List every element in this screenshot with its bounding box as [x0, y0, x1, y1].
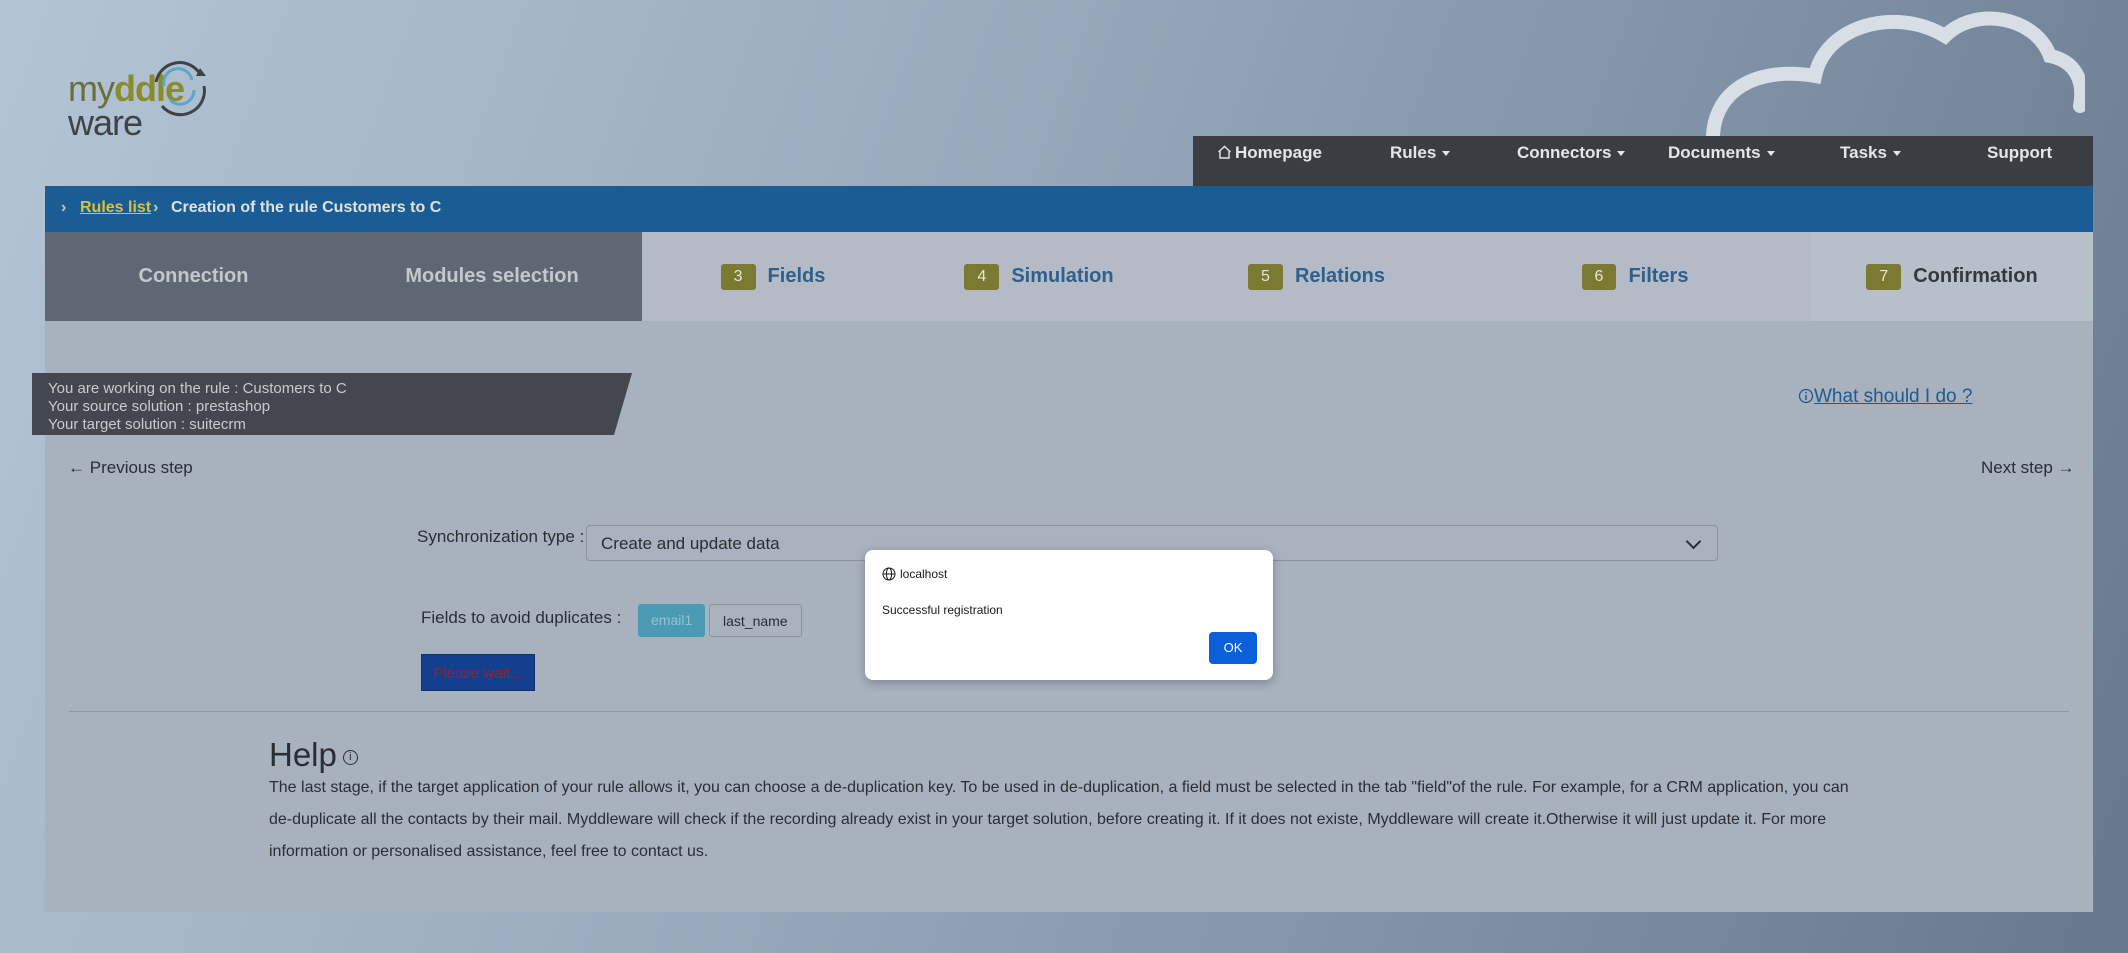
breadcrumb-current: Creation of the rule Customers to C	[171, 199, 442, 216]
dialog-message: Successful registration	[882, 603, 1003, 617]
nav-connectors[interactable]: Connectors	[1517, 136, 1626, 186]
step-number-badge: 5	[1248, 263, 1283, 290]
cloud-decoration	[1706, 11, 2085, 136]
chevron-down-icon	[1766, 151, 1775, 157]
tab-connection[interactable]: Connection	[45, 232, 342, 321]
info-icon: i	[342, 749, 358, 765]
chevron-down-icon	[1892, 151, 1901, 157]
rule-info-banner: You are working on the rule : Customers …	[32, 373, 632, 435]
chevron-down-icon	[1685, 533, 1702, 550]
nav-tasks[interactable]: Tasks	[1840, 136, 1901, 186]
next-step-link[interactable]: Next step →	[1981, 458, 2075, 478]
what-should-i-do-link[interactable]: What should I do ?	[1798, 386, 1972, 408]
tab-simulation[interactable]: 4 Simulation	[904, 232, 1174, 321]
nav-support[interactable]: Support	[1987, 136, 2052, 186]
rule-info-name: You are working on the rule : Customers …	[48, 380, 347, 397]
home-icon	[1218, 145, 1231, 159]
rule-info-target: Your target solution : suitecrm	[48, 416, 246, 433]
sync-type-label: Synchronization type :	[417, 527, 585, 546]
ok-button[interactable]: OK	[1209, 632, 1257, 664]
globe-icon	[882, 567, 896, 581]
nav-documents[interactable]: Documents	[1668, 136, 1775, 186]
help-heading: Help i	[269, 736, 358, 774]
info-icon	[1798, 388, 1814, 404]
tab-relations[interactable]: 5 Relations	[1174, 232, 1459, 321]
alert-dialog: localhost Successful registration OK	[865, 550, 1273, 680]
chevron-down-icon	[1442, 151, 1451, 157]
step-number-badge: 7	[1866, 263, 1902, 290]
rule-info-source: Your source solution : prestashop	[48, 398, 271, 415]
dedup-field-last-name[interactable]: last_name	[709, 604, 802, 637]
dedup-field-email1[interactable]: email1	[638, 604, 706, 637]
divider	[69, 711, 2069, 712]
previous-step-link[interactable]: ← Previous step	[68, 458, 193, 478]
breadcrumb: › Rules list › Creation of the rule Cust…	[45, 186, 2093, 232]
dialog-host: localhost	[882, 567, 947, 581]
chevron-right-icon: ›	[153, 199, 159, 216]
step-number-badge: 6	[1581, 263, 1617, 290]
logo-swirl-icon	[154, 61, 206, 117]
step-tabs: Connection Modules selection 3 Fields 4 Si…	[45, 232, 2093, 321]
nav-homepage[interactable]: Homepage	[1217, 136, 1322, 186]
tab-confirmation[interactable]: 7 Confirmation	[1811, 232, 2093, 321]
duplicates-label: Fields to avoid duplicates :	[421, 608, 622, 627]
tab-filters[interactable]: 6 Filters	[1459, 232, 1811, 321]
top-navigation: Homepage Rules Connectors Documents Task…	[1193, 136, 2093, 186]
step-number-badge: 4	[964, 263, 1000, 290]
nav-rules[interactable]: Rules	[1390, 136, 1451, 186]
tab-fields[interactable]: 3 Fields	[642, 232, 904, 321]
logo-text-line2: ware	[68, 102, 143, 143]
help-text: The last stage, if the target applicatio…	[269, 779, 1849, 860]
tab-modules-selection[interactable]: Modules selection	[342, 232, 642, 321]
myddleware-logo[interactable]: myddle ware	[64, 52, 214, 143]
chevron-right-icon: ›	[61, 199, 67, 216]
chevron-down-icon	[1617, 151, 1626, 157]
please-wait-button[interactable]: Please wait...	[421, 654, 535, 691]
arrow-left-icon: ←	[68, 458, 85, 477]
breadcrumb-rules-list-link[interactable]: Rules list	[80, 199, 151, 217]
arrow-right-icon: →	[2057, 458, 2075, 477]
step-number-badge: 3	[720, 263, 756, 290]
